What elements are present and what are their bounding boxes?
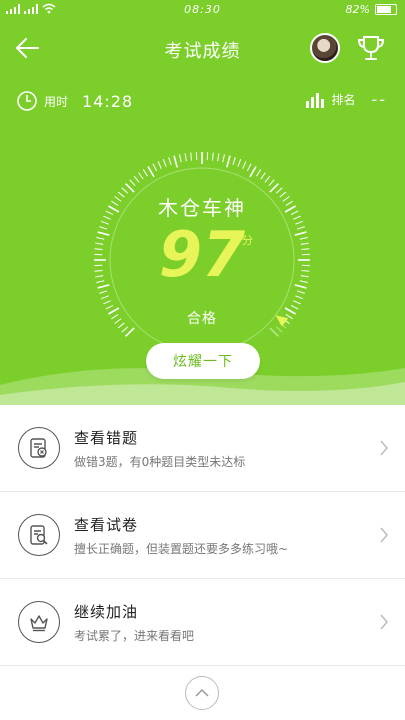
result-title: 木仓车神 xyxy=(158,196,246,220)
time-value: 14:28 xyxy=(82,91,134,111)
time-used: 用时 14:28 xyxy=(16,90,133,112)
battery-status: 82% xyxy=(346,3,397,16)
clock-icon xyxy=(17,91,37,111)
rank-label: 排名 xyxy=(331,93,356,107)
list-item-subtitle: 擅长正确题，但装置题还要多多练习哦~ xyxy=(74,542,289,556)
chevron-right-icon xyxy=(380,527,388,543)
crown-icon xyxy=(18,601,60,643)
status-bar: 08:30 82% xyxy=(0,0,405,20)
list-item-subtitle: 考试累了，进来看看吧 xyxy=(74,629,195,643)
chevron-right-icon xyxy=(380,614,388,630)
list-item-keep-going[interactable]: 继续加油 考试累了，进来看看吧 xyxy=(0,579,405,666)
ranking: 排名 -- xyxy=(305,90,387,109)
rank-value: -- xyxy=(371,90,387,109)
page-title: 考试成绩 xyxy=(164,41,241,62)
chevron-up-icon xyxy=(195,688,209,697)
action-list: 查看错题 做错3题，有0种题目类型未达标 查看试卷 擅长正确题，但装置题还要多多… xyxy=(0,405,405,666)
score-unit: 分 xyxy=(242,234,253,247)
time-label: 用时 xyxy=(44,94,69,109)
list-item-subtitle: 做错3题，有0种题目类型未达标 xyxy=(74,455,246,469)
info-bar: 用时 14:28 排名 -- xyxy=(0,88,405,116)
trophy-icon[interactable] xyxy=(355,32,387,64)
battery-percent: 82% xyxy=(345,3,370,16)
battery-icon xyxy=(375,4,397,15)
score-value: 97 xyxy=(158,218,246,291)
show-off-button[interactable]: 炫耀一下 xyxy=(146,343,260,379)
wrong-questions-icon xyxy=(18,427,60,469)
bar-chart-icon xyxy=(306,92,325,108)
chevron-right-icon xyxy=(380,440,388,456)
list-item-view-paper[interactable]: 查看试卷 擅长正确题，但装置题还要多多练习哦~ xyxy=(0,492,405,579)
list-item-title: 继续加油 xyxy=(74,603,139,621)
clock: 08:30 xyxy=(184,3,221,16)
view-paper-icon xyxy=(18,514,60,556)
result-header-area: 08:30 82% 考试成绩 用时 14:28 排名 -- 木仓车神 97 分 … xyxy=(0,0,405,405)
list-item-title: 查看试卷 xyxy=(74,516,139,534)
scroll-up-button[interactable] xyxy=(185,676,219,710)
list-item-wrong-questions[interactable]: 查看错题 做错3题，有0种题目类型未达标 xyxy=(0,405,405,492)
pass-status: 合格 xyxy=(187,311,217,327)
avatar[interactable] xyxy=(310,33,340,63)
list-item-title: 查看错题 xyxy=(74,429,139,447)
app-bar: 考试成绩 xyxy=(0,24,405,72)
